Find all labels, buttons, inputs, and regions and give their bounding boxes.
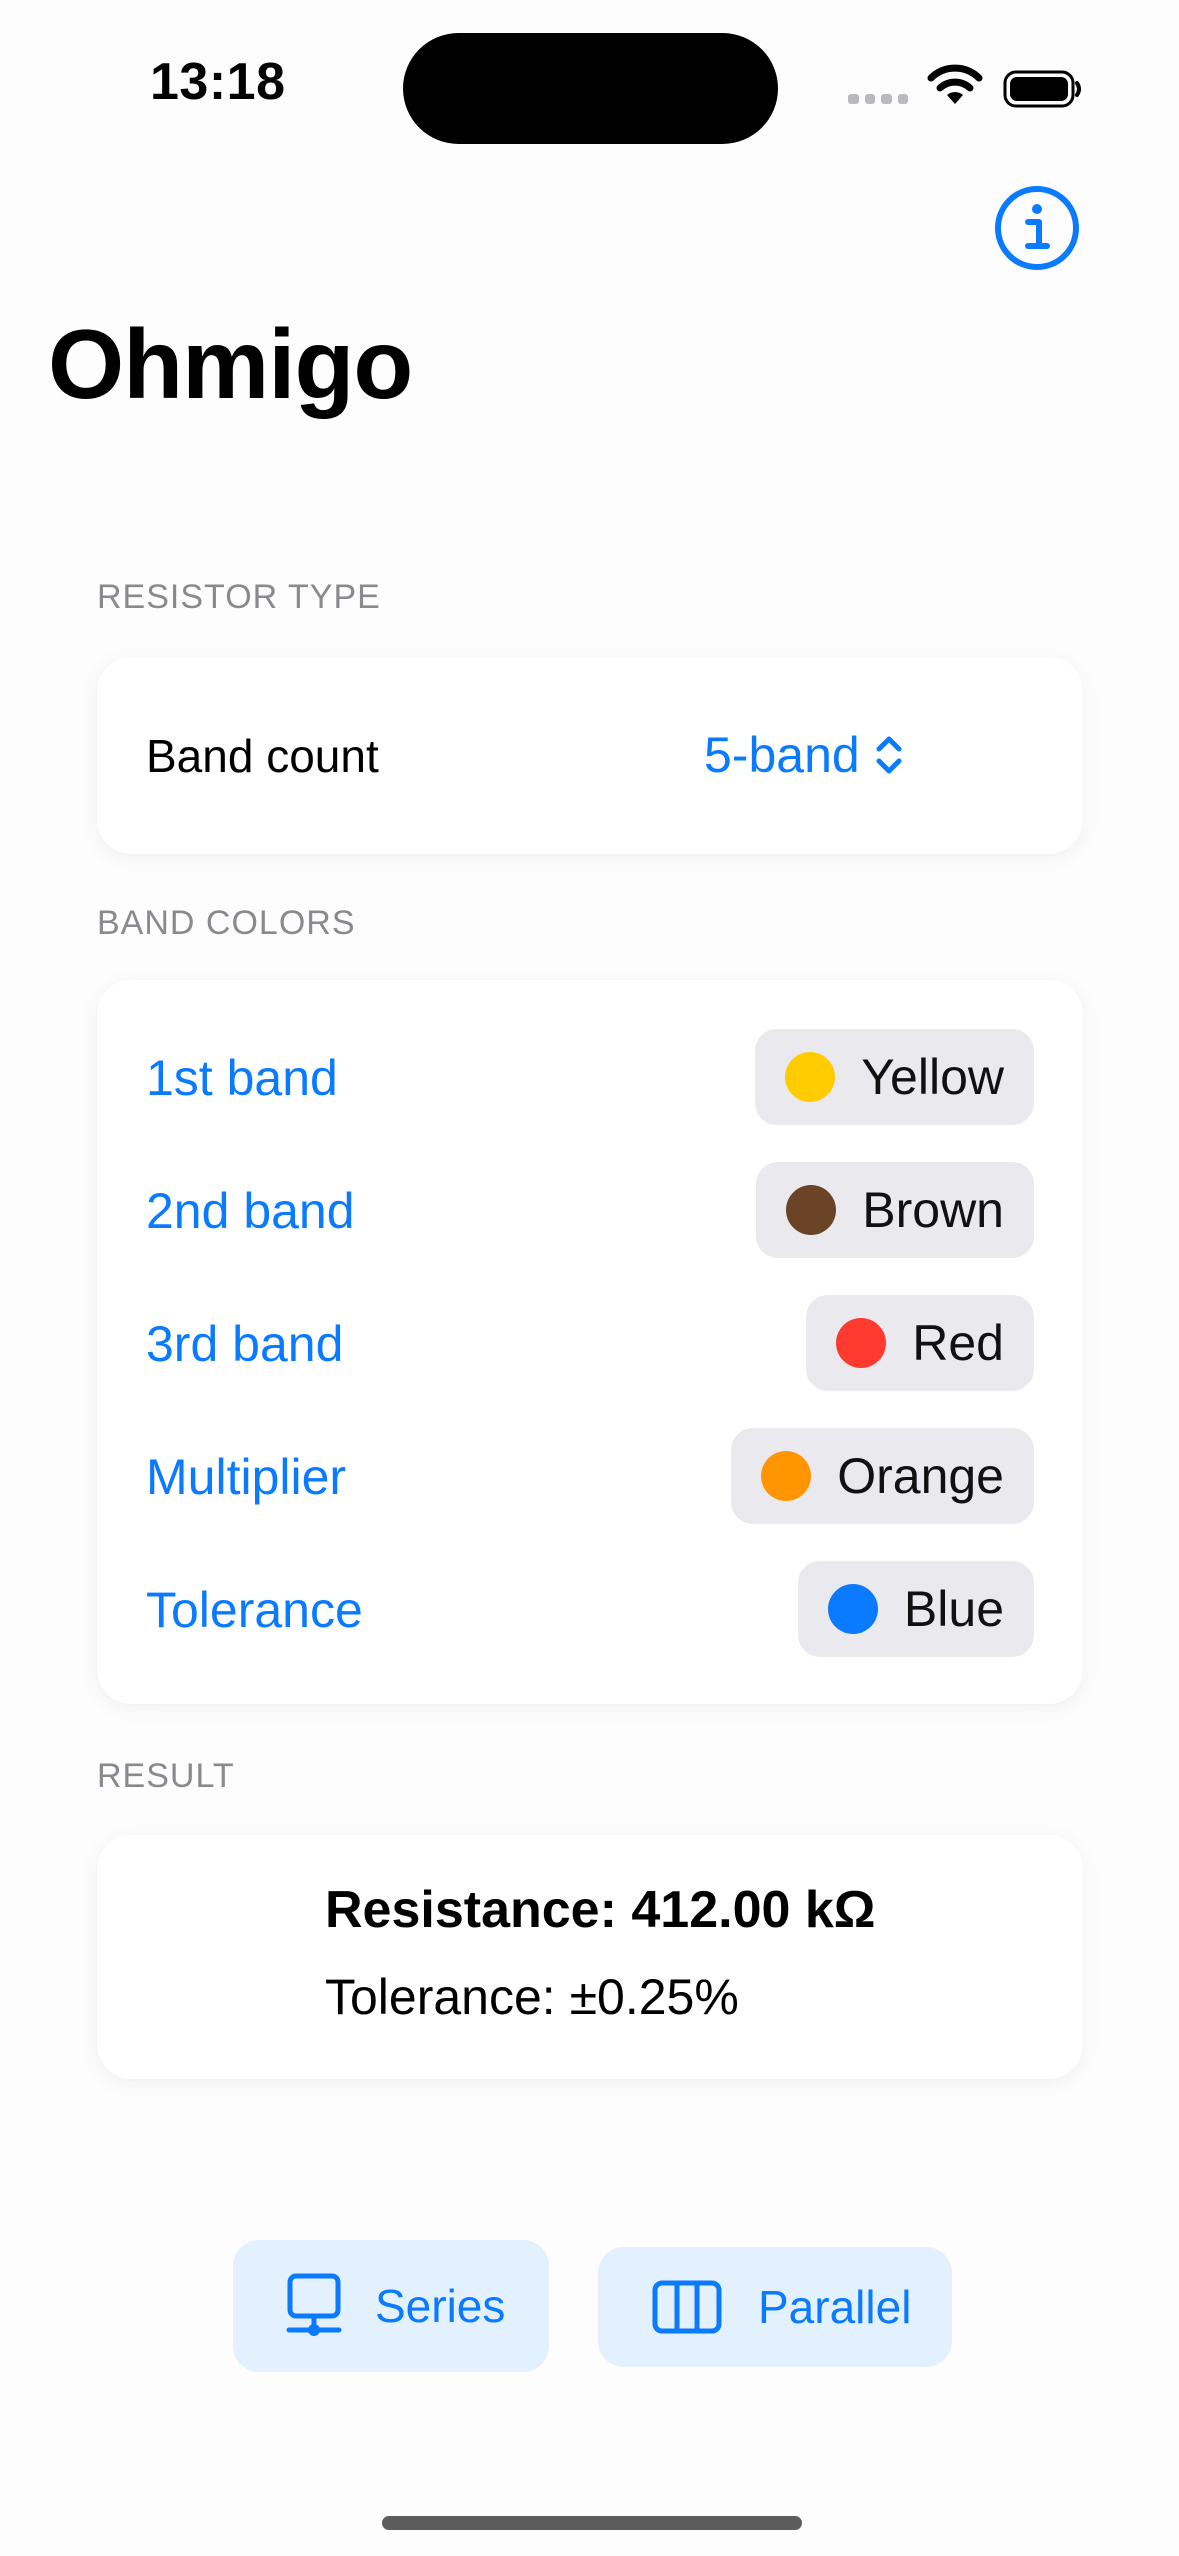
tolerance-result: Tolerance: ±0.25% xyxy=(325,1969,739,2025)
status-time: 13:18 xyxy=(150,53,286,111)
band-color-picker-1st[interactable]: Yellow xyxy=(755,1029,1034,1125)
color-swatch-icon xyxy=(785,1052,836,1102)
band-color-picker-multiplier[interactable]: Orange xyxy=(731,1428,1034,1524)
parallel-button[interactable]: Parallel xyxy=(598,2247,952,2367)
battery-icon xyxy=(1003,70,1081,108)
band-color-picker-tolerance[interactable]: Blue xyxy=(797,1561,1034,1657)
dynamic-island xyxy=(403,33,778,144)
band-color-name: Orange xyxy=(837,1448,1004,1504)
app-title: Ohmigo xyxy=(48,309,413,419)
band-label-3rd[interactable]: 3rd band xyxy=(146,1315,343,1373)
band-label-multiplier[interactable]: Multiplier xyxy=(146,1448,346,1506)
color-swatch-icon xyxy=(836,1318,887,1368)
band-color-picker-2nd[interactable]: Brown xyxy=(756,1162,1034,1258)
band-count-picker[interactable]: 5-band xyxy=(704,726,904,784)
resistance-result: Resistance: 412.00 kΩ xyxy=(325,1881,876,1939)
parallel-circuit-icon xyxy=(652,2280,722,2334)
color-swatch-icon xyxy=(827,1584,878,1634)
band-label-1st[interactable]: 1st band xyxy=(146,1049,338,1107)
band-color-name: Yellow xyxy=(861,1049,1004,1105)
wifi-icon xyxy=(927,64,983,104)
home-indicator[interactable] xyxy=(382,2516,802,2530)
cellular-signal-icon xyxy=(848,92,908,106)
series-label: Series xyxy=(375,2280,506,2332)
band-label-tolerance[interactable]: Tolerance xyxy=(146,1581,363,1639)
band-label-2nd[interactable]: 2nd band xyxy=(146,1182,355,1240)
section-header-resistor-type: RESISTOR TYPE xyxy=(97,578,381,616)
band-count-label: Band count xyxy=(146,730,379,782)
color-swatch-icon xyxy=(786,1185,837,1235)
series-button[interactable]: Series xyxy=(233,2240,549,2372)
series-circuit-icon xyxy=(286,2273,342,2336)
band-color-picker-3rd[interactable]: Red xyxy=(806,1295,1034,1391)
section-header-band-colors: BAND COLORS xyxy=(97,904,356,942)
section-header-result: RESULT xyxy=(97,1757,235,1795)
parallel-label: Parallel xyxy=(758,2281,912,2333)
color-swatch-icon xyxy=(761,1451,812,1501)
chevron-up-down-icon xyxy=(876,736,902,774)
band-color-name: Brown xyxy=(862,1182,1004,1238)
band-count-value: 5-band xyxy=(704,727,860,783)
band-color-name: Blue xyxy=(903,1581,1004,1637)
result-card xyxy=(97,1835,1083,2079)
band-color-name: Red xyxy=(912,1315,1004,1371)
info-icon[interactable] xyxy=(994,185,1080,271)
